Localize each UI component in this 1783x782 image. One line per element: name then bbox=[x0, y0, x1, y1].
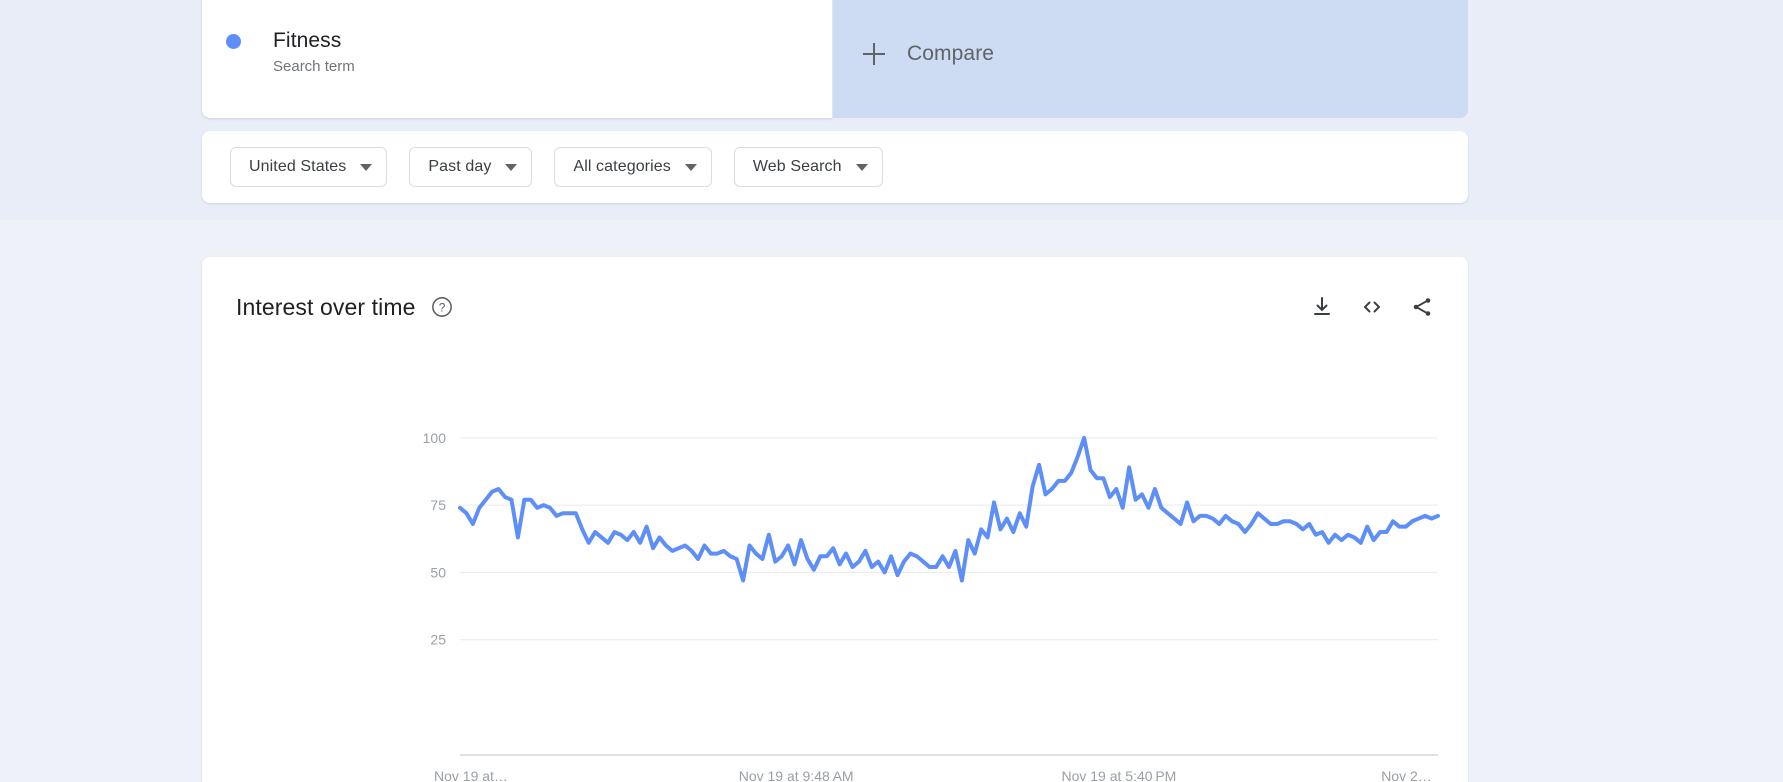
chevron-down-icon bbox=[360, 163, 373, 171]
x-axis-tick-label: Nov 19 at 5:40 PM bbox=[1061, 768, 1176, 782]
filter-search-type-label: Web Search bbox=[752, 158, 842, 175]
chart-svg: 100 75 50 25 Nov 19 at… Nov 19 at 9:48 AM Nov … bbox=[423, 430, 1440, 782]
download-icon[interactable] bbox=[1310, 295, 1334, 319]
chevron-down-icon bbox=[855, 163, 868, 171]
search-term-card[interactable]: Fitness Search term bbox=[202, 0, 832, 118]
filter-time-range[interactable]: Past day bbox=[409, 147, 533, 187]
chart-actions bbox=[1310, 295, 1434, 319]
search-term-text: Fitness Search term bbox=[273, 28, 355, 78]
filter-category-label: All categories bbox=[573, 158, 671, 175]
series-color-dot bbox=[226, 34, 241, 49]
x-axis-tick-label: Nov 19 at 9:48 AM bbox=[739, 768, 854, 782]
filter-category[interactable]: All categories bbox=[554, 147, 712, 187]
interest-over-time-card: Interest over time ? 100 75 50 25 Nov 19… bbox=[202, 257, 1468, 782]
chevron-down-icon bbox=[505, 163, 518, 171]
filter-bar: United States Past day All categories We… bbox=[202, 131, 1468, 203]
svg-text:?: ? bbox=[439, 301, 446, 315]
series-line-fitness bbox=[458, 435, 1440, 583]
y-axis-tick-label: 25 bbox=[430, 632, 446, 648]
search-term-title: Fitness bbox=[273, 29, 342, 52]
embed-code-icon[interactable] bbox=[1360, 295, 1384, 319]
y-axis-tick-label: 75 bbox=[430, 497, 446, 513]
filter-location[interactable]: United States bbox=[230, 147, 388, 187]
filter-search-type[interactable]: Web Search bbox=[733, 147, 883, 187]
google-trends-page: Fitness Search term Compare United State… bbox=[0, 0, 1783, 782]
share-icon[interactable] bbox=[1410, 295, 1434, 319]
x-axis-tick-label: Nov 19 at… bbox=[434, 768, 508, 782]
filter-time-range-label: Past day bbox=[428, 158, 492, 175]
compare-card[interactable]: Compare bbox=[832, 0, 1468, 118]
search-term-type: Search term bbox=[273, 58, 355, 75]
help-circle-icon[interactable]: ? bbox=[431, 296, 453, 318]
interest-over-time-plot[interactable]: 100 75 50 25 Nov 19 at… Nov 19 at 9:48 AM Nov … bbox=[202, 367, 1468, 782]
query-strip: Fitness Search term Compare bbox=[202, 0, 1468, 118]
compare-inner: Compare bbox=[863, 42, 994, 66]
filter-location-label: United States bbox=[249, 158, 347, 175]
chart-title-wrap: Interest over time ? bbox=[236, 294, 453, 321]
chart-title: Interest over time bbox=[236, 293, 416, 320]
y-axis-tick-label: 50 bbox=[430, 564, 446, 580]
y-axis-tick-label: 100 bbox=[423, 430, 447, 446]
chevron-down-icon bbox=[684, 163, 697, 171]
chart-header: Interest over time ? bbox=[236, 287, 1434, 327]
plus-icon bbox=[863, 43, 885, 65]
compare-label: Compare bbox=[907, 42, 995, 65]
x-axis-tick-label: Nov 2… bbox=[1381, 768, 1432, 782]
search-term-row: Fitness Search term bbox=[226, 28, 355, 78]
